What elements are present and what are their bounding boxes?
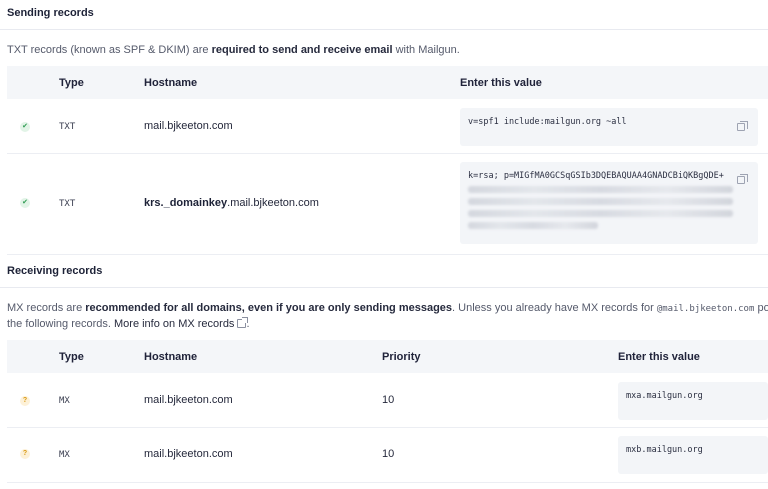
desc-bold: required to send and receive email xyxy=(211,44,393,56)
row-divider xyxy=(7,482,768,483)
desc-text: TXT records (known as SPF & DKIM) are xyxy=(7,44,212,56)
record-value: v=spf1 include:mailgun.org ~all xyxy=(468,117,627,127)
record-value: mxb.mailgun.org xyxy=(626,445,703,455)
redacted-value-line xyxy=(468,186,733,193)
verified-check-icon: ✔ xyxy=(20,198,30,208)
column-header-hostname: Hostname xyxy=(144,77,198,89)
external-link-icon[interactable] xyxy=(237,317,249,328)
desc-code: @mail.bjkeeton.com xyxy=(656,304,755,314)
record-value-box[interactable]: mxa.mailgun.org xyxy=(618,382,768,420)
desc-text: . Unless you already have MX records for xyxy=(452,302,657,314)
receiving-description-line2: the following records. More info on MX r… xyxy=(7,317,250,330)
table-row: ? MX mail.bjkeeton.com 10 mxa.mailgun.or… xyxy=(0,373,768,427)
record-hostname: mail.bjkeeton.com xyxy=(144,448,233,460)
column-header-hostname: Hostname xyxy=(144,351,198,363)
redacted-value-line xyxy=(468,198,733,205)
record-type: TXT xyxy=(59,199,76,209)
verified-check-icon: ✔ xyxy=(20,122,30,132)
sending-description: TXT records (known as SPF & DKIM) are re… xyxy=(7,44,460,56)
record-hostname: mail.bjkeeton.com xyxy=(144,394,233,406)
table-row: ✔ TXT mail.bjkeeton.com v=spf1 include:m… xyxy=(0,99,768,153)
record-priority: 10 xyxy=(382,394,395,406)
desc-text: with Mailgun. xyxy=(392,44,460,56)
record-value-box[interactable]: k=rsa; p=MIGfMA0GCSqGSIb3DQEBAQUAA4GNADC… xyxy=(460,162,758,244)
divider xyxy=(0,29,768,30)
desc-text: MX records are xyxy=(7,302,86,314)
record-type: MX xyxy=(59,396,70,406)
desc-bold: recommended for all domains, even if you… xyxy=(85,302,453,314)
copy-icon[interactable] xyxy=(737,174,748,184)
hostname-text: .mail.bjkeeton.com xyxy=(227,197,319,209)
record-value-box[interactable]: mxb.mailgun.org xyxy=(618,436,768,474)
sending-table-header: Type Hostname Enter this value xyxy=(7,66,768,99)
column-header-priority: Priority xyxy=(382,351,421,363)
table-row: ? MX mail.bjkeeton.com 10 mxb.mailgun.or… xyxy=(0,428,768,482)
desc-text: poin xyxy=(757,302,768,314)
column-header-type: Type xyxy=(59,77,84,89)
receiving-records-title: Receiving records xyxy=(7,265,103,277)
hostname-prefix: krs._domainkey xyxy=(144,197,228,209)
divider xyxy=(0,287,768,288)
column-header-value: Enter this value xyxy=(460,77,542,89)
mx-records-link[interactable]: More info on MX records xyxy=(114,318,234,330)
desc-text: the following records. xyxy=(7,318,114,330)
record-priority: 10 xyxy=(382,448,395,460)
record-hostname: mail.bjkeeton.com xyxy=(144,120,233,132)
record-type: TXT xyxy=(59,122,76,132)
unverified-question-icon: ? xyxy=(20,449,30,459)
record-value: mxa.mailgun.org xyxy=(626,391,703,401)
column-header-type: Type xyxy=(59,351,84,363)
receiving-table-header: Type Hostname Priority Enter this value xyxy=(7,340,768,373)
sending-records-title: Sending records xyxy=(7,7,94,19)
redacted-value-line xyxy=(468,222,598,229)
record-value-box[interactable]: v=spf1 include:mailgun.org ~all xyxy=(460,108,758,146)
receiving-description: MX records are recommended for all domai… xyxy=(7,302,768,314)
redacted-value-line xyxy=(468,210,733,217)
hostname-text: mail.bjkeeton.com xyxy=(144,120,233,132)
copy-icon[interactable] xyxy=(737,121,748,131)
table-row: ✔ TXT krs._domainkey.mail.bjkeeton.com k… xyxy=(0,154,768,254)
unverified-question-icon: ? xyxy=(20,396,30,406)
column-header-value: Enter this value xyxy=(618,351,700,363)
record-type: MX xyxy=(59,450,70,460)
record-hostname: krs._domainkey.mail.bjkeeton.com xyxy=(144,197,319,209)
row-divider xyxy=(7,254,768,255)
record-value: k=rsa; p=MIGfMA0GCSqGSIb3DQEBAQUAA4GNADC… xyxy=(468,171,724,181)
